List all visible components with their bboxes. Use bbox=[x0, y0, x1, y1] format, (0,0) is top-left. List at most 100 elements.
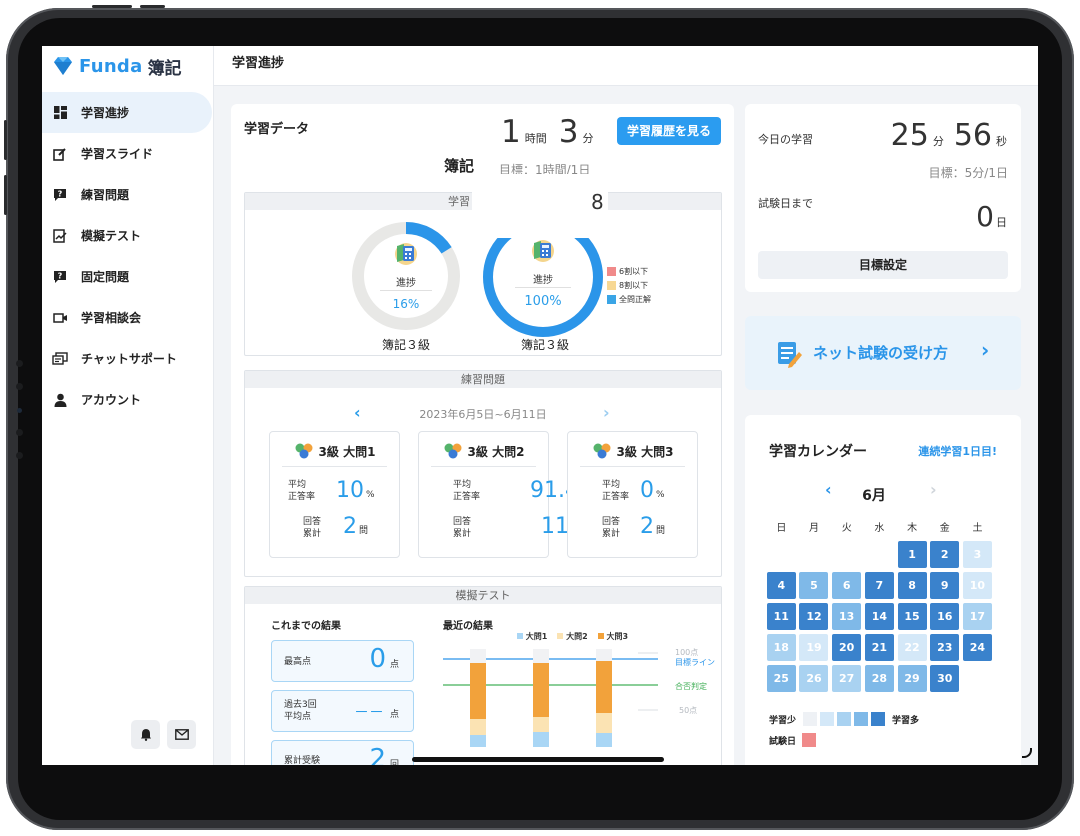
calendar-day[interactable]: 30 bbox=[930, 665, 960, 692]
sidebar-item-slides[interactable]: 学習スライド bbox=[42, 133, 214, 174]
chevron-right-icon[interactable]: › bbox=[603, 403, 610, 422]
calendar-day[interactable]: 13 bbox=[832, 603, 862, 630]
sidebar: Funda 簿記 学習進捗 学習スライド ? 練習問題 模擬テスト ? 固定問題… bbox=[42, 46, 214, 765]
sidebar-item-label: 学習進捗 bbox=[81, 106, 130, 120]
calendar-day[interactable]: 26 bbox=[799, 665, 829, 692]
volume-button bbox=[4, 175, 7, 215]
ring-percent: 100% bbox=[524, 294, 562, 309]
bar-segment-q1 bbox=[470, 735, 486, 747]
sidebar-item-mock-test[interactable]: 模擬テスト bbox=[42, 215, 214, 256]
sidebar-item-practice[interactable]: ? 練習問題 bbox=[42, 174, 214, 215]
sidebar-item-label: 固定問題 bbox=[81, 270, 130, 284]
bar-segment-q2 bbox=[470, 719, 486, 735]
calendar-day[interactable]: 24 bbox=[962, 634, 992, 661]
calendar-day[interactable]: 27 bbox=[832, 665, 862, 692]
calendar-day[interactable]: 18 bbox=[766, 634, 796, 661]
calendar-day[interactable]: 14 bbox=[864, 603, 894, 630]
practice-card-1[interactable]: 3級 大問1 平均 正答率 10 % 回答 累計 2 問 bbox=[269, 431, 400, 558]
pass-line-label: 合否判定 bbox=[675, 681, 707, 691]
bar-segment-q3 bbox=[533, 663, 549, 717]
calendar-day[interactable]: 19 bbox=[799, 634, 829, 661]
chevron-right-icon: › bbox=[981, 338, 990, 362]
practice-card-title: 3級 大問3 bbox=[616, 444, 674, 459]
calendar-day[interactable]: 17 bbox=[962, 603, 992, 630]
avg-label: 平均 正答率 bbox=[288, 480, 316, 502]
legend-less-label: 学習少 bbox=[769, 715, 797, 726]
avg-rate: 10 bbox=[336, 478, 364, 503]
calendar-day[interactable]: 28 bbox=[864, 665, 894, 692]
calendar-day[interactable]: 25 bbox=[766, 665, 796, 692]
study-minutes: 3 bbox=[558, 114, 579, 150]
calendar-day[interactable]: 23 bbox=[930, 634, 960, 661]
weekday-label: 土 bbox=[972, 523, 983, 534]
brand-suffix: 簿記 bbox=[147, 58, 182, 79]
calendar-day[interactable]: 6 bbox=[832, 572, 862, 599]
calendar-day[interactable]: 4 bbox=[766, 572, 796, 599]
calendar-day[interactable]: 8 bbox=[897, 572, 927, 599]
today-label: 今日の学習 bbox=[758, 133, 813, 146]
chevron-right-icon[interactable]: › bbox=[930, 480, 937, 499]
legend-item: 8割以下 bbox=[607, 278, 651, 292]
calendar-day[interactable]: 22 bbox=[897, 634, 927, 661]
mock-test-section: 模擬テスト これまでの結果 最近の結果 最高点 0 点 過去3回 平均点 －－ 点… bbox=[244, 586, 722, 765]
logo[interactable]: Funda 簿記 bbox=[52, 51, 182, 81]
sidebar-item-chat-support[interactable]: チャットサポート bbox=[42, 338, 214, 379]
sidebar-item-account[interactable]: アカウント bbox=[42, 379, 214, 420]
page-title: 学習進捗 bbox=[232, 56, 285, 71]
mail-button[interactable] bbox=[167, 720, 196, 749]
practice-card-3[interactable]: 3級 大問3 平均 正答率 0 % 回答 累計 2 問 bbox=[567, 431, 698, 558]
avg-rate: 0 bbox=[640, 478, 654, 503]
legend-swatch bbox=[854, 712, 869, 726]
net-exam-banner[interactable]: ネット試験の受け方 › bbox=[745, 316, 1021, 390]
calendar-legend: 学習少 学習多 bbox=[769, 712, 919, 726]
today-seconds: 56 bbox=[953, 118, 992, 153]
sidebar-item-fixed-questions[interactable]: ? 固定問題 bbox=[42, 256, 214, 297]
calendar-day[interactable]: 1 bbox=[897, 541, 927, 568]
sidebar-item-label: 模擬テスト bbox=[81, 229, 142, 243]
calendar-day[interactable]: 21 bbox=[864, 634, 894, 661]
goal-setting-button[interactable]: 目標設定 bbox=[758, 251, 1008, 279]
calendar-day[interactable]: 3 bbox=[962, 541, 992, 568]
hours-unit: 時間 bbox=[524, 132, 547, 145]
legend-item: 全問正解 bbox=[607, 292, 651, 306]
study-calendar-card: 学習カレンダー 連続学習1日目! ‹ 6月 › 日 月 火 水 木 金 土 12… bbox=[745, 415, 1021, 765]
calendar-day[interactable]: 7 bbox=[864, 572, 894, 599]
sidebar-item-consultation[interactable]: 学習相談会 bbox=[42, 297, 214, 338]
calendar-day[interactable]: 2 bbox=[930, 541, 960, 568]
top-button bbox=[92, 5, 132, 8]
sidebar-item-label: チャットサポート bbox=[81, 352, 177, 366]
minutes-unit: 分 bbox=[582, 132, 594, 145]
calendar-day[interactable]: 15 bbox=[897, 603, 927, 630]
calendar-day[interactable]: 20 bbox=[832, 634, 862, 661]
study-history-button[interactable]: 学習履歴を見る bbox=[617, 117, 721, 145]
calendar-day[interactable]: 16 bbox=[930, 603, 960, 630]
sidebar-item-progress[interactable]: 学習進捗 bbox=[42, 92, 212, 133]
legend-item: 大問1 bbox=[517, 631, 547, 642]
calendar-day[interactable]: 10 bbox=[962, 572, 992, 599]
count-label: 回答 累計 bbox=[602, 517, 621, 539]
average-score-box: 過去3回 平均点 －－ 点 bbox=[271, 690, 414, 732]
svg-text:?: ? bbox=[58, 189, 63, 198]
today-time: 25 分 56 秒 bbox=[890, 118, 1007, 153]
best-score-label: 最高点 bbox=[284, 657, 312, 667]
calculator-icon bbox=[481, 237, 605, 267]
legend-item: 6割以下 bbox=[607, 264, 651, 278]
study-hours: 1 bbox=[501, 114, 521, 150]
calendar-day[interactable]: 9 bbox=[930, 572, 960, 599]
bar-segment-q1 bbox=[533, 732, 549, 747]
calendar-day[interactable]: 5 bbox=[799, 572, 829, 599]
practice-card-2[interactable]: 3級 大問2 平均正答率 平均 91.4 % 回答累計 11 問 bbox=[418, 431, 590, 558]
question-icon: ? bbox=[52, 269, 68, 285]
calendar-day[interactable]: 12 bbox=[799, 603, 829, 630]
mock-test-section-header: 模擬テスト bbox=[245, 587, 721, 604]
date-range: 2023年6月5日~6月11日 bbox=[419, 408, 547, 421]
calendar-day[interactable]: 29 bbox=[897, 665, 927, 692]
total-attempts-label: 累計受験 bbox=[284, 756, 321, 765]
notification-button[interactable] bbox=[131, 720, 160, 749]
bar-segment-q3 bbox=[596, 661, 612, 713]
calendar-day[interactable]: 11 bbox=[766, 603, 796, 630]
sidebar-item-label: 学習スライド bbox=[81, 147, 154, 161]
progress-ring-1: 進捗 16% bbox=[350, 220, 462, 332]
legend-swatch bbox=[837, 712, 852, 726]
y-tick-label: 100点 bbox=[675, 648, 698, 657]
